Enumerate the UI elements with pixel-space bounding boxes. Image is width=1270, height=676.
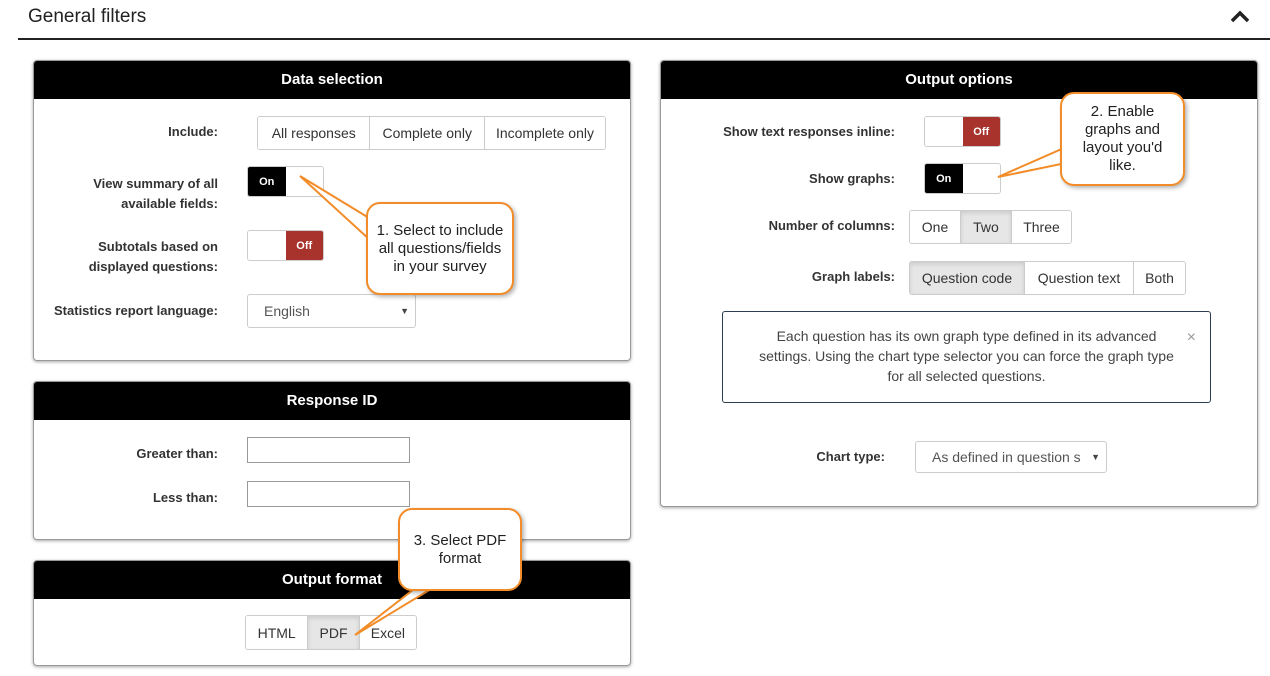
info-text: Each question has its own graph type def… — [759, 328, 1174, 384]
columns-label: Number of columns: — [768, 218, 895, 233]
html-format-button[interactable]: HTML — [246, 616, 308, 649]
inline-responses-toggle[interactable]: Off — [924, 116, 1001, 147]
toggle-blank — [925, 117, 963, 146]
include-incomplete-button[interactable]: Incomplete only — [483, 117, 605, 149]
callout-two: 2. Enable graphs and layout you'd like. — [1060, 92, 1185, 186]
columns-three-button[interactable]: Three — [1011, 211, 1071, 243]
columns-two-button[interactable]: Two — [960, 211, 1011, 243]
output-format-button-group: HTML PDF Excel — [245, 615, 417, 650]
data-selection-panel: Data selection Include: All responses Co… — [33, 60, 631, 361]
chart-type-select[interactable]: As defined in question s ▼ — [915, 441, 1107, 473]
callout-three-text: 3. Select PDF format — [413, 531, 507, 567]
section-header: General filters — [18, 0, 1270, 40]
excel-format-button[interactable]: Excel — [358, 616, 416, 649]
greater-than-label: Greater than: — [136, 446, 218, 461]
subtotals-label: Subtotals based on displayed questions: — [88, 239, 218, 274]
show-graphs-label: Show graphs: — [809, 171, 895, 186]
section-title: General filters — [28, 6, 147, 27]
output-format-panel: Output format HTML PDF Excel — [33, 560, 631, 666]
pdf-format-button[interactable]: PDF — [307, 616, 359, 649]
columns-one-button[interactable]: One — [910, 211, 960, 243]
summary-toggle[interactable]: On — [247, 166, 324, 197]
include-button-group: All responses Complete only Incomplete o… — [257, 116, 606, 150]
toggle-off-label: Off — [962, 117, 1000, 146]
toggle-off-label: Off — [285, 231, 323, 260]
less-than-input[interactable] — [247, 481, 410, 507]
close-icon[interactable]: × — [1187, 328, 1196, 348]
caret-down-icon: ▼ — [1091, 452, 1100, 462]
show-graphs-toggle[interactable]: On — [924, 163, 1001, 194]
callout-three: 3. Select PDF format — [398, 508, 522, 591]
toggle-blank — [285, 167, 323, 196]
graph-labels-both-button[interactable]: Both — [1133, 262, 1185, 294]
panel-title: Data selection — [34, 61, 630, 99]
toggle-on-label: On — [248, 167, 286, 196]
toggle-blank — [248, 231, 286, 260]
summary-label: View summary of all available fields: — [93, 176, 218, 211]
language-label: Statistics report language: — [54, 303, 218, 318]
graph-labels-code-button[interactable]: Question code — [910, 262, 1024, 294]
panel-title: Response ID — [34, 382, 630, 420]
info-alert: Each question has its own graph type def… — [722, 311, 1211, 403]
caret-down-icon: ▼ — [400, 306, 409, 316]
include-label: Include: — [168, 124, 218, 139]
language-value: English — [264, 303, 310, 319]
chevron-up-icon[interactable] — [1230, 8, 1250, 24]
inline-responses-label: Show text responses inline: — [723, 124, 895, 139]
greater-than-input[interactable] — [247, 437, 410, 463]
include-all-button[interactable]: All responses — [258, 117, 370, 149]
callout-one-text: 1. Select to include all questions/field… — [376, 221, 504, 275]
chart-type-label: Chart type: — [816, 449, 885, 464]
callout-one: 1. Select to include all questions/field… — [366, 202, 514, 295]
language-select[interactable]: English ▼ — [247, 294, 416, 328]
include-complete-button[interactable]: Complete only — [369, 117, 484, 149]
graph-labels-text-button[interactable]: Question text — [1024, 262, 1133, 294]
graph-labels-button-group: Question code Question text Both — [909, 261, 1186, 295]
toggle-on-label: On — [925, 164, 963, 193]
response-id-panel: Response ID Greater than: Less than: — [33, 381, 631, 540]
subtotals-toggle[interactable]: Off — [247, 230, 324, 261]
columns-button-group: One Two Three — [909, 210, 1072, 244]
chart-type-value: As defined in question s — [932, 449, 1081, 465]
less-than-label: Less than: — [152, 490, 218, 505]
callout-two-text: 2. Enable graphs and layout you'd like. — [1082, 103, 1163, 174]
panel-title: Output format — [34, 561, 630, 599]
graph-labels-label: Graph labels: — [811, 269, 895, 284]
toggle-blank — [962, 164, 1000, 193]
